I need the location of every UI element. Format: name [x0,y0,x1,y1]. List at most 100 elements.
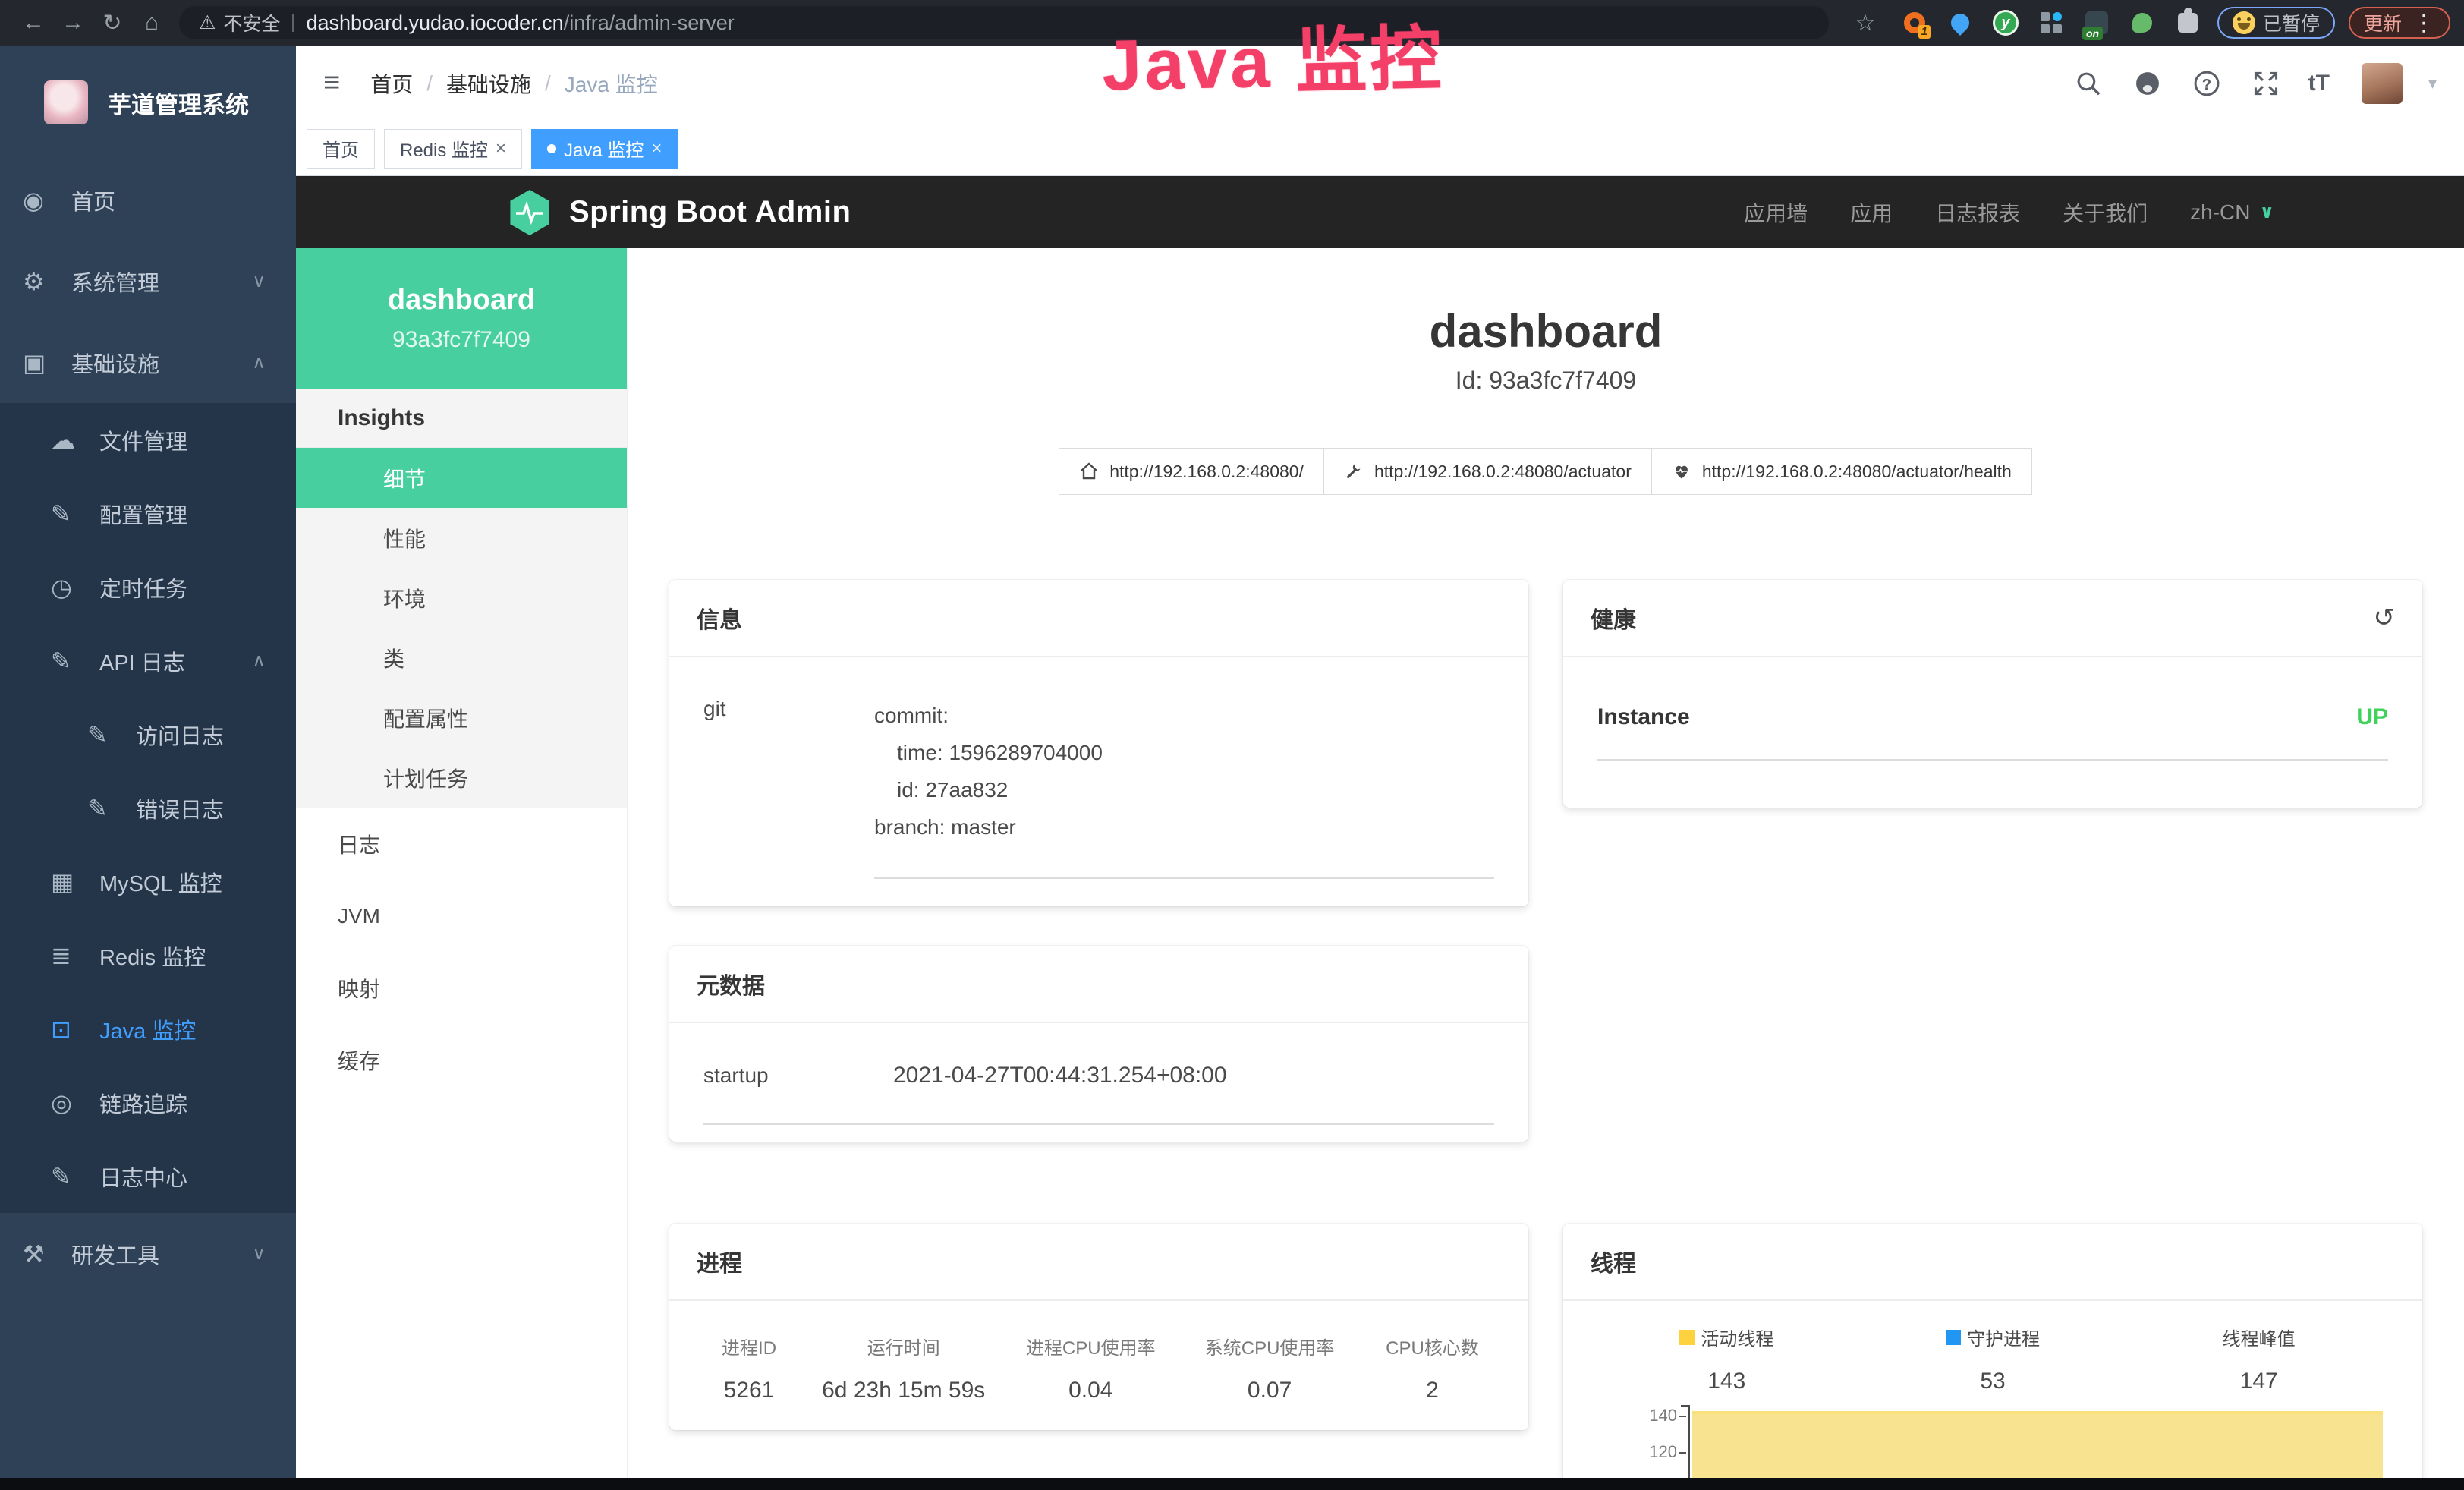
sidebar-item-system[interactable]: ⚙ 系统管理 ∨ [0,241,296,322]
instance-tab-metrics[interactable]: 性能 [296,508,627,568]
legend-daemon-label: 守护进程 [1967,1324,2040,1350]
address-bar[interactable]: ⚠ 不安全 dashboard.yudao.iocoder.cn /infra/… [179,6,1829,39]
sidebar-item-home[interactable]: ◉ 首页 [0,159,296,241]
navbar-actions: ? tT ▾ [2072,63,2437,104]
extension-orange-icon[interactable]: 1 [1899,7,1931,39]
sidebar-item-error-log[interactable]: ✎ 错误日志 [0,771,296,845]
metadata-key: startup [703,1063,893,1088]
close-icon[interactable]: × [651,138,662,159]
breadcrumb-infra[interactable]: 基础设施 [446,68,531,99]
instance-tab-mappings[interactable]: 映射 [296,952,627,1024]
card-title-metadata: 元数据 [697,967,765,1000]
process-card: 进程 进程ID5261 运行时间6d 23h 15m 59s 进程CPU使用率0… [669,1224,1528,1430]
sidebar-item-file[interactable]: ☁ 文件管理 [0,403,296,477]
browser-menu-icon[interactable]: ⋮ [2412,10,2435,36]
legend-peak-value: 147 [2126,1369,2392,1394]
forward-icon[interactable]: → [53,10,93,36]
github-icon[interactable] [2131,67,2164,100]
health-row[interactable]: Instance UP [1597,704,2388,761]
instance-header[interactable]: dashboard 93a3fc7f7409 [296,248,627,389]
health-card: 健康 ↺ Instance UP [1563,580,2422,808]
sidebar-item-redis[interactable]: ≣ Redis 监控 [0,918,296,992]
instance-tab-logfile[interactable]: 日志 [296,808,627,880]
threads-card: 线程 活动线程 143 守护进程 53 [1563,1224,2422,1478]
breadcrumb-home[interactable]: 首页 [370,68,413,99]
monitor-icon: ▣ [23,348,71,377]
sba-nav-wallboard[interactable]: 应用墙 [1744,197,1808,228]
sidebar-item-infra[interactable]: ▣ 基础设施 ∧ [0,322,296,403]
instance-tab-scheduled[interactable]: 计划任务 [296,748,627,808]
live-threads-area [1692,1411,2383,1478]
sba-language-select[interactable]: zh-CN ∨ [2190,200,2274,225]
health-url-link[interactable]: http://192.168.0.2:48080/actuator/health [1651,448,2032,495]
sidebar-item-config[interactable]: ✎ 配置管理 [0,477,296,550]
eye-icon: ◎ [51,1088,99,1117]
home-icon[interactable]: ⌂ [132,10,172,36]
paused-button[interactable]: 已暂停 [2217,7,2335,39]
app-logo [44,80,88,124]
dashboard-icon: ◉ [23,186,71,215]
back-icon[interactable]: ← [14,10,53,36]
screen-icon: ⊡ [51,1015,99,1044]
wrench-icon [1344,461,1364,481]
actuator-url-link[interactable]: http://192.168.0.2:48080/actuator [1323,448,1652,495]
instance-tab-caches[interactable]: 缓存 [296,1024,627,1096]
chevron-down-icon: ∨ [252,270,266,292]
extension-switch-icon[interactable]: on [2081,7,2113,39]
database-icon: ▦ [51,868,99,896]
edit-icon: ✎ [51,499,99,528]
close-icon[interactable]: × [496,138,506,159]
sidebar-item-devtools[interactable]: ⚒ 研发工具 ∨ [0,1213,296,1294]
extension-y-icon[interactable]: y [1990,7,2022,39]
tab-home[interactable]: 首页 [307,129,375,169]
sba-nav-journal[interactable]: 日志报表 [1935,197,2020,228]
col-proc-cpu-value: 0.04 [1001,1378,1180,1403]
tab-java[interactable]: Java 监控 × [531,129,678,169]
card-title-info: 信息 [697,601,742,635]
update-button[interactable]: 更新 ⋮ [2349,7,2450,39]
legend-live-label: 活动线程 [1701,1324,1773,1350]
sba-brand[interactable]: Spring Boot Admin [508,189,851,236]
legend-square-live [1679,1330,1695,1345]
search-icon[interactable] [2072,67,2105,100]
info-key: git [703,697,874,879]
sba-nav-about[interactable]: 关于我们 [2063,197,2148,228]
instance-sidebar: dashboard 93a3fc7f7409 Insights 细节 性能 环境… [296,248,628,1478]
extension-pin-icon[interactable] [1944,7,1976,39]
sba-nav-applications[interactable]: 应用 [1850,197,1893,228]
user-caret-icon[interactable]: ▾ [2428,74,2437,93]
service-url-link[interactable]: http://192.168.0.2:48080/ [1059,448,1324,495]
instance-tab-jvm[interactable]: JVM [296,880,627,952]
sidebar-item-java[interactable]: ⊡ Java 监控 [0,992,296,1066]
instance-tab-details[interactable]: 细节 [296,448,627,508]
sidebar-item-mysql[interactable]: ▦ MySQL 监控 [0,845,296,918]
sidebar-item-log-center[interactable]: ✎ 日志中心 [0,1139,296,1213]
hamburger-icon[interactable]: ≡ [310,67,354,99]
reload-icon[interactable]: ↻ [93,10,132,36]
sidebar-item-access-log[interactable]: ✎ 访问日志 [0,698,296,771]
bookmark-star-icon[interactable]: ☆ [1846,10,1885,36]
log-icon: ✎ [51,1162,99,1191]
not-secure-icon: ⚠ [199,11,216,34]
home-icon [1079,461,1099,481]
cards-row-1: 信息 git commit: time: 1596289704000 id: 2… [669,580,2422,906]
instance-tab-configprops[interactable]: 配置属性 [296,688,627,748]
extensions-puzzle-icon[interactable] [2172,7,2204,39]
svg-text:?: ? [2201,77,2211,93]
text-size-icon[interactable]: tT [2308,71,2330,96]
app-window: 芋道管理系统 ◉ 首页 ⚙ 系统管理 ∨ ▣ 基础设施 ∧ ☁ 文件管理 ✎ [0,46,2464,1478]
fullscreen-icon[interactable] [2249,67,2283,100]
instance-tab-classes[interactable]: 类 [296,628,627,688]
col-cores-label: CPU核心数 [1359,1333,1506,1359]
instance-id: 93a3fc7f7409 [392,327,530,353]
extension-grid-icon[interactable] [2035,7,2067,39]
sidebar-item-trace[interactable]: ◎ 链路追踪 [0,1066,296,1139]
history-icon[interactable]: ↺ [2374,603,2396,633]
tab-redis[interactable]: Redis 监控 × [384,129,522,169]
extension-leaf-icon[interactable] [2126,7,2158,39]
help-icon[interactable]: ? [2190,67,2223,100]
sidebar-item-api-log[interactable]: ✎ API 日志 ∧ [0,624,296,698]
user-avatar[interactable] [2362,63,2403,104]
sidebar-item-job[interactable]: ◷ 定时任务 [0,550,296,624]
instance-tab-env[interactable]: 环境 [296,568,627,628]
